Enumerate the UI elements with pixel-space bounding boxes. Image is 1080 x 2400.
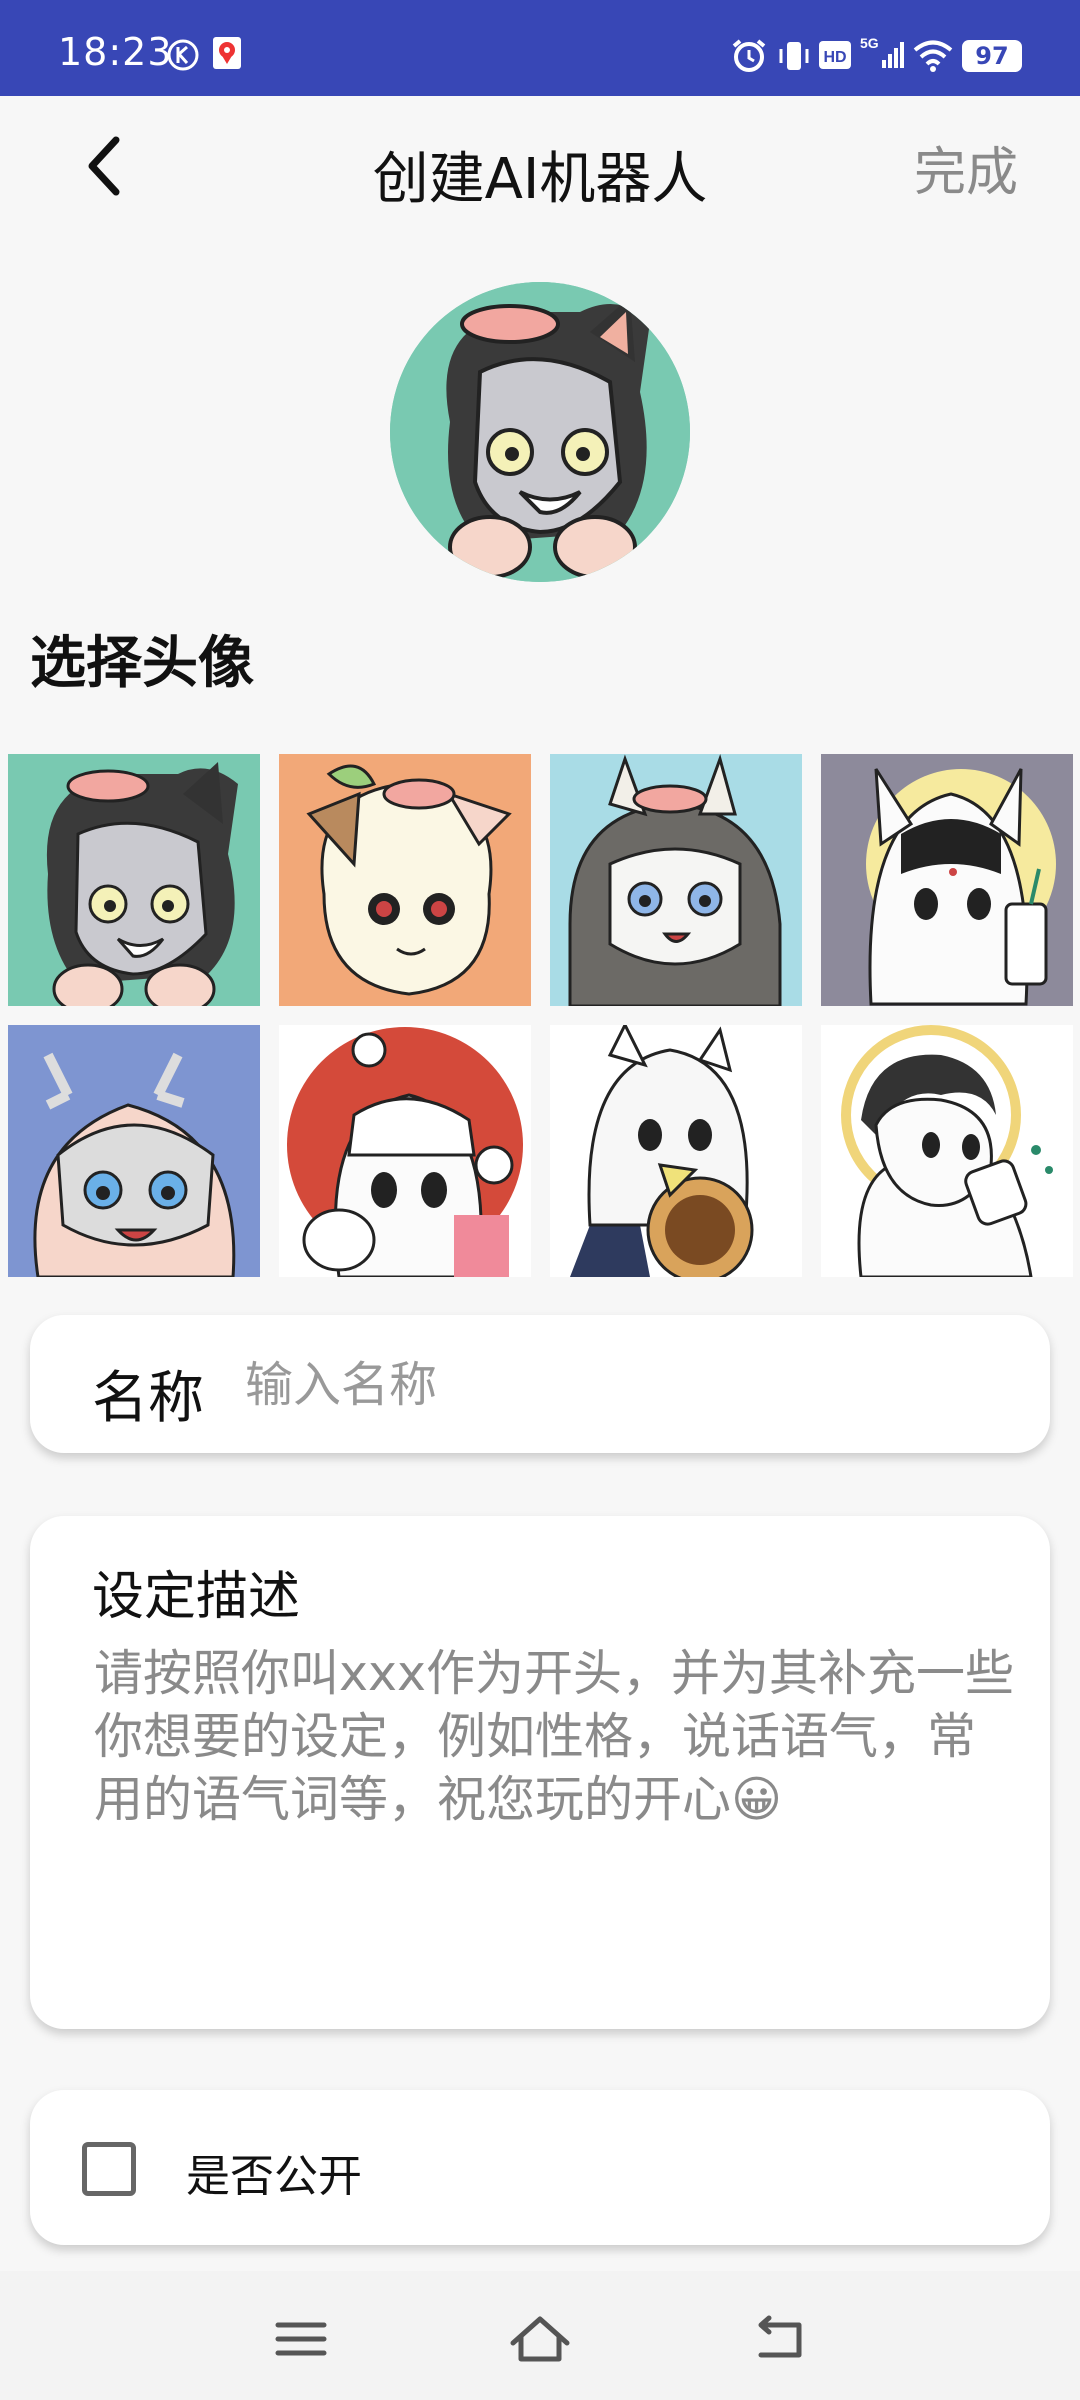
top-app-bar: 创建AI机器人 完成 (0, 96, 1080, 246)
menu-icon[interactable] (266, 2309, 336, 2369)
back-nav-icon[interactable] (745, 2309, 815, 2369)
battery-level: 97 (975, 42, 1009, 70)
avatar-option-1[interactable] (8, 754, 260, 1006)
status-time: 18:23 (58, 30, 173, 74)
battery-icon: 97 (962, 40, 1022, 72)
description-input[interactable]: 请按照你叫xxx作为开头，并为其补充一些你想要的设定，例如性格，说话语气，常用的… (94, 1642, 1024, 1831)
avatar-option-5[interactable] (8, 1025, 260, 1277)
selected-avatar[interactable] (390, 282, 690, 582)
avatar-option-2[interactable] (279, 754, 531, 1006)
done-button[interactable]: 完成 (914, 130, 1018, 205)
wifi-icon (913, 40, 953, 72)
description-card[interactable]: 设定描述 请按照你叫xxx作为开头，并为其补充一些你想要的设定，例如性格，说话语… (30, 1516, 1050, 2029)
public-label: 是否公开 (186, 2151, 362, 2202)
description-label: 设定描述 (92, 1567, 301, 1627)
signal-5g-icon: 5G (860, 35, 904, 68)
public-card: 是否公开 (30, 2090, 1050, 2245)
map-pin-icon (213, 37, 241, 69)
vibrate-icon (779, 42, 809, 70)
alarm-icon (732, 39, 766, 72)
avatar-option-8[interactable] (821, 1025, 1073, 1277)
hd-icon: HD (819, 41, 851, 69)
public-checkbox[interactable] (82, 2142, 136, 2196)
choose-avatar-title: 选择头像 (30, 631, 254, 696)
name-card: 名称 (30, 1315, 1050, 1453)
svg-text:HD: HD (823, 49, 846, 66)
status-bar: 18:23 HD 5G 97 (0, 0, 1080, 96)
svg-text:5G: 5G (860, 35, 879, 51)
avatar-option-7[interactable] (550, 1025, 802, 1277)
system-nav-bar (0, 2271, 1080, 2400)
k-icon (167, 39, 199, 71)
avatar-option-4[interactable] (821, 754, 1073, 1006)
name-input[interactable] (245, 1345, 1005, 1425)
avatar-option-6[interactable] (279, 1025, 531, 1277)
name-label: 名称 (92, 1366, 204, 1431)
avatar-option-3[interactable] (550, 754, 802, 1006)
home-icon[interactable] (505, 2309, 575, 2369)
